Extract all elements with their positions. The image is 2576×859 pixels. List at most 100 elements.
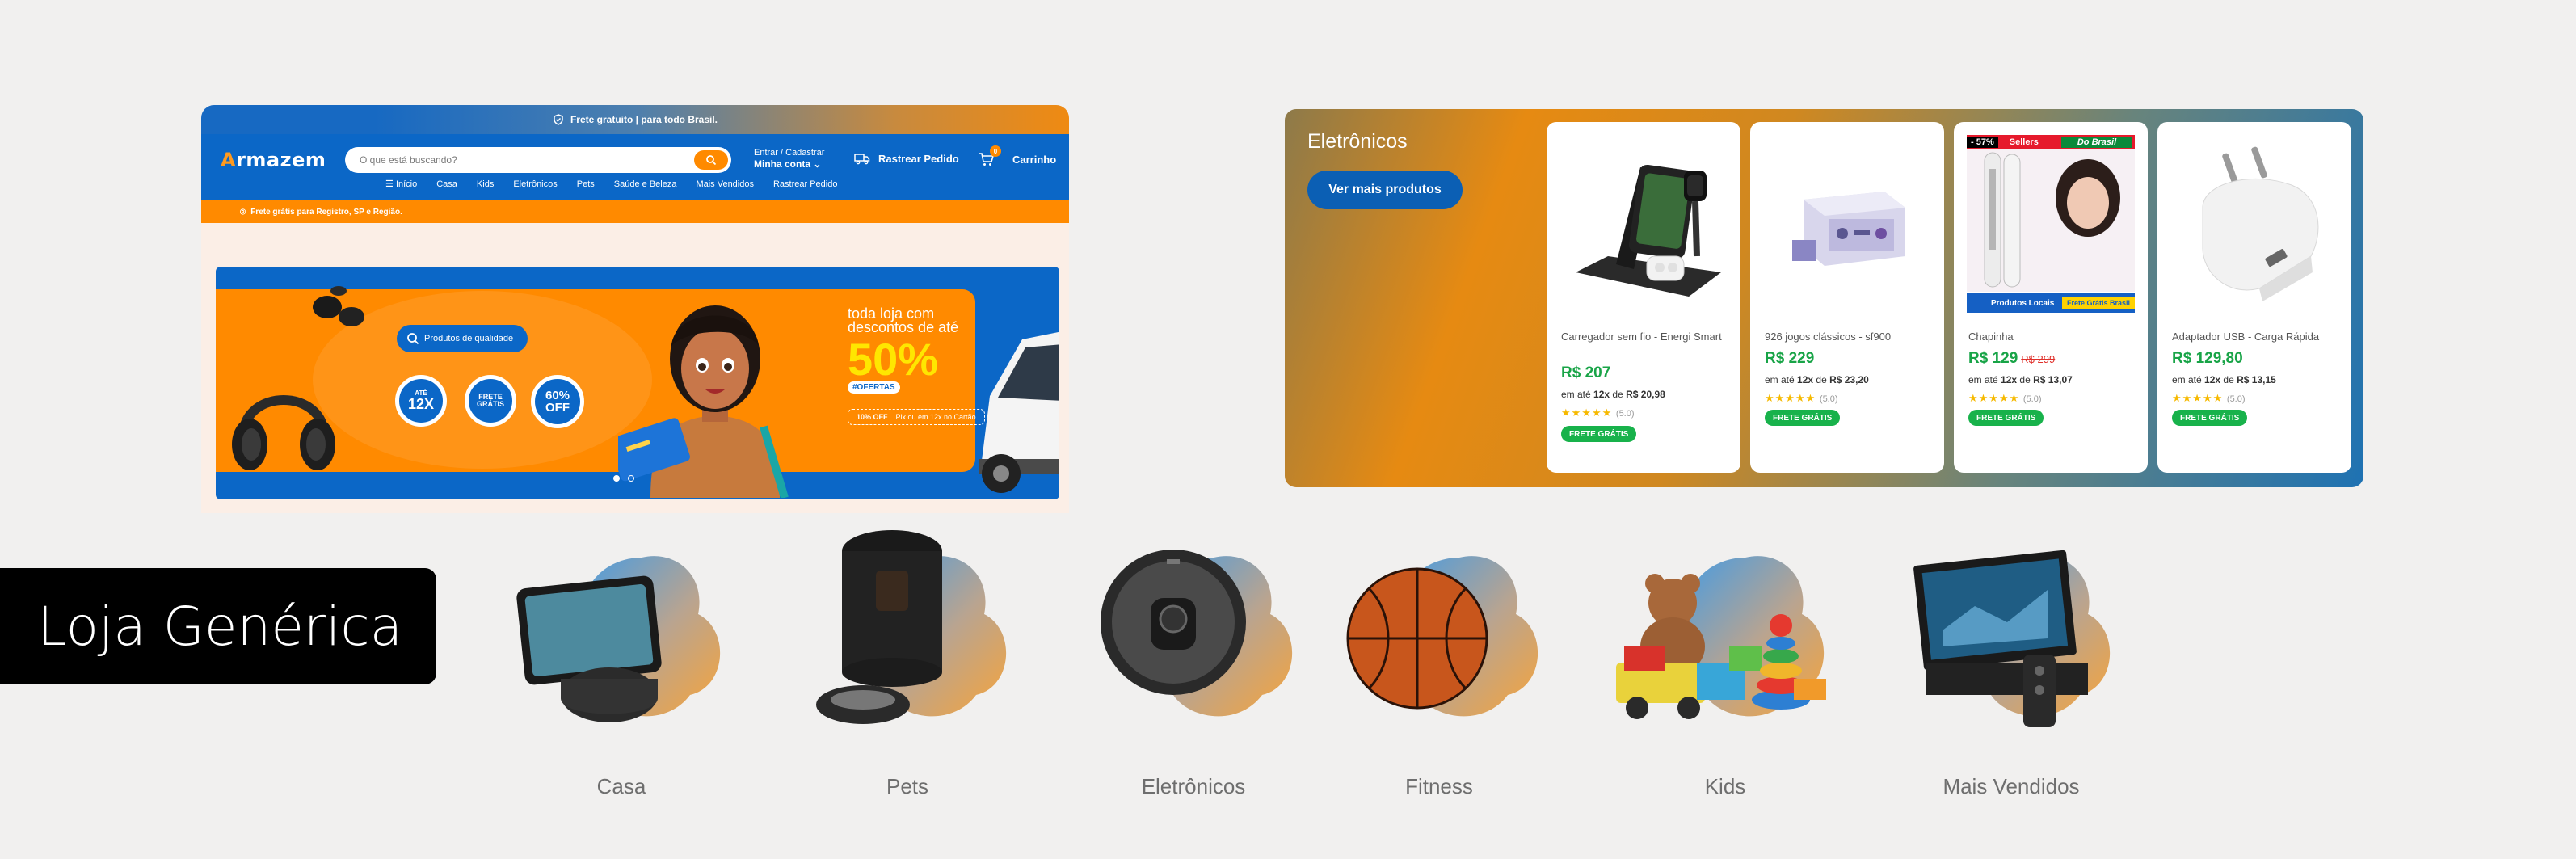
mascot-woman-image <box>618 305 789 498</box>
see-more-button[interactable]: Ver mais produtos <box>1307 171 1463 209</box>
nav-item-casa[interactable]: Casa <box>436 179 457 189</box>
nav-item-mais-vendidos[interactable]: Mais Vendidos <box>696 179 754 189</box>
carousel-dot[interactable] <box>613 475 620 482</box>
shield-check-icon <box>554 114 563 125</box>
installments-text: em até 12x de R$ 13,15 <box>2172 374 2276 385</box>
old-price: R$ 299 <box>2021 353 2056 365</box>
rating-stars: ★★★★★ (5.0) <box>2172 392 2246 404</box>
quality-chip-text: Produtos de qualidade <box>424 334 514 343</box>
installments-text: em até 12x de R$ 23,20 <box>1765 374 1869 385</box>
rating-stars: ★★★★★ (5.0) <box>1765 392 1838 404</box>
cart-link[interactable]: 0 Carrinho <box>979 145 1057 166</box>
store-screenshot: Frete gratuito | para todo Brasil. Armaz… <box>201 105 1069 513</box>
main-nav: ☰ Início Casa Kids Eletrônicos Pets Saúd… <box>385 179 838 190</box>
carousel-dot[interactable] <box>628 475 634 482</box>
delivery-van-image <box>979 331 1059 493</box>
quality-chip: Produtos de qualidade <box>397 325 528 352</box>
category-eletronicos[interactable]: Eletrônicos <box>1076 525 1311 798</box>
nav-item-eletronicos[interactable]: Eletrônicos <box>513 179 557 189</box>
hero-banner[interactable]: Produtos de qualidade ATÉ 12X FRETE GRÁT… <box>216 267 1059 499</box>
category-mais-vendidos[interactable]: Mais Vendidos <box>1894 525 2128 798</box>
free-shipping-tag: FRETE GRÁTIS <box>2172 410 2248 426</box>
product-card[interactable]: Adaptador USB - Carga Rápida R$ 129,80 e… <box>2157 122 2351 473</box>
toys-image <box>1616 574 1826 719</box>
nav-item-inicio[interactable]: ☰ Início <box>385 179 417 189</box>
pix-conditions: Pix ou em 12x no Cartão <box>895 413 976 421</box>
free-shipping-tag: FRETE GRÁTIS <box>1968 410 2044 426</box>
category-pets[interactable]: Pets <box>790 525 1025 798</box>
product-card[interactable]: Carregador sem fio - Energi Smart R$ 207… <box>1547 122 1740 473</box>
promo-percent: 50% <box>848 334 939 385</box>
category-label: Casa <box>596 774 646 798</box>
sellers-banner: - 57% Sellers Do Brasil <box>1967 135 2135 149</box>
pix-discount: 10% OFF <box>857 413 888 421</box>
product-price: R$ 207 <box>1561 364 1611 381</box>
basketball-image <box>1346 567 1488 710</box>
category-fitness[interactable]: Fitness <box>1322 525 1556 798</box>
headphones-image <box>232 395 335 470</box>
product-card[interactable]: 926 jogos clássicos - sf900 R$ 229 em at… <box>1750 122 1944 473</box>
usb-adapter-image <box>2202 146 2319 301</box>
flat-iron-photo <box>1967 149 2135 292</box>
product-card[interactable]: - 57% Sellers Do Brasil Produtos Locais … <box>1954 122 2148 473</box>
category-label: Fitness <box>1405 774 1473 798</box>
category-casa[interactable]: Casa <box>504 525 739 798</box>
product-name: Carregador sem fio - Energi Smart <box>1561 331 1722 343</box>
account-menu[interactable]: Entrar / Cadastrar Minha conta ⌄ <box>754 147 824 170</box>
search-input[interactable]: O que está buscando? <box>345 147 731 173</box>
nav-item-saude[interactable]: Saúde e Beleza <box>614 179 677 189</box>
category-kids[interactable]: Kids <box>1608 525 1842 798</box>
installments-text: em até 12x de R$ 13,07 <box>1968 374 2073 385</box>
promo-text: toda loja com descontos de até <box>848 306 958 335</box>
category-label: Mais Vendidos <box>1943 774 2080 798</box>
menu-icon: ☰ <box>385 179 394 189</box>
wireless-charger-image <box>1576 164 1721 297</box>
track-order-link[interactable]: Rastrear Pedido <box>854 152 959 165</box>
account-login-text: Entrar / Cadastrar <box>754 148 825 158</box>
product-name: Adaptador USB - Carga Rápida <box>2172 331 2320 343</box>
earbuds-image <box>313 286 364 326</box>
location-pin-icon: ⌾ <box>240 205 246 217</box>
cart-count-badge: 0 <box>990 145 1001 157</box>
nav-item-pets[interactable]: Pets <box>577 179 595 189</box>
robot-vacuum-image <box>1101 550 1246 695</box>
regional-shipping-bar: ⌾ Frete grátis para Registro, SP e Regiã… <box>201 200 1069 223</box>
search-button[interactable] <box>694 150 728 170</box>
installments-text: em até 12x de R$ 20,98 <box>1561 389 1665 400</box>
free-shipping-tag: FRETE GRÁTIS <box>1765 410 1841 426</box>
product-price: R$ 129 R$ 299 <box>1968 350 2056 367</box>
category-label: Eletrônicos <box>1141 774 1246 798</box>
search-icon <box>706 155 717 166</box>
track-label: Rastrear Pedido <box>878 152 959 165</box>
logo-letter: A <box>221 149 237 171</box>
car-multimedia-image <box>1913 550 2088 727</box>
nav-item-kids[interactable]: Kids <box>477 179 494 189</box>
product-name: 926 jogos clássicos - sf900 <box>1765 331 1892 343</box>
chevron-down-icon: ⌄ <box>813 158 822 170</box>
discount-badge: 60% OFF <box>531 375 584 428</box>
rating-stars: ★★★★★ (5.0) <box>1968 392 2042 404</box>
store-logo[interactable]: Armazem <box>221 149 326 171</box>
showcase-title: Eletrônicos <box>1307 130 1408 153</box>
installments-badge: ATÉ 12X <box>395 375 447 427</box>
topbar-text: Frete gratuito | para todo Brasil. <box>570 114 718 125</box>
truck-icon <box>854 154 870 165</box>
cart-label: Carrinho <box>1012 153 1057 166</box>
free-shipping-tag: FRETE GRÁTIS <box>1561 426 1637 442</box>
product-price: R$ 229 <box>1765 350 1815 367</box>
pix-offer: 10% OFF Pix ou em 12x no Cartão <box>848 409 985 425</box>
brand-label: Loja Genérica <box>0 568 436 684</box>
shipping-bar-text: Frete grátis para Registro, SP e Região. <box>250 207 402 217</box>
search-icon <box>407 333 419 345</box>
nav-item-rastrear[interactable]: Rastrear Pedido <box>773 179 838 189</box>
rating-stars: ★★★★★ (5.0) <box>1561 406 1635 419</box>
offers-tag: #OFERTAS <box>848 381 900 394</box>
discount-tag: - 57% <box>1967 137 1998 148</box>
smart-display-image <box>516 575 662 722</box>
pet-feeder-image <box>816 530 942 724</box>
store-header: Armazem O que está buscando? Entrar / Ca… <box>201 134 1069 200</box>
retro-console-image <box>1792 192 1905 266</box>
free-shipping-badge: FRETE GRÁTIS <box>465 375 516 427</box>
local-products-banner: Produtos Locais Frete Grátis Brasil <box>1967 293 2135 313</box>
flat-iron-image: - 57% Sellers Do Brasil Produtos Locais … <box>1967 135 2135 313</box>
